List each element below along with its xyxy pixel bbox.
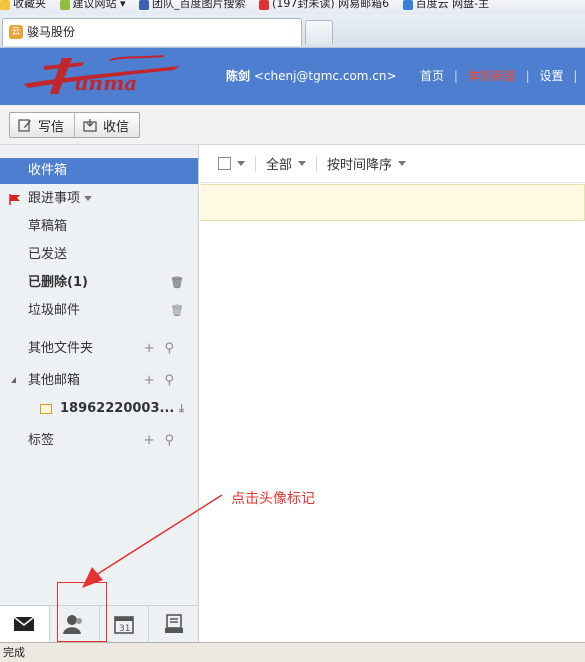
baidu-cloud-icon xyxy=(402,0,413,10)
favorite-item[interactable]: 团队_百度图片搜索 xyxy=(139,0,246,10)
calendar-icon: 31 xyxy=(114,616,134,634)
compose-icon xyxy=(18,119,31,132)
folder-spam[interactable]: 垃圾邮件 🗑 xyxy=(0,298,198,324)
browser-tab-strip: 云 骏马股份 xyxy=(0,14,585,48)
mail-list-area: 全部 按时间降序 xyxy=(200,145,585,642)
suggested-sites-icon xyxy=(59,0,70,10)
download-icon[interactable]: ⤓ xyxy=(179,396,184,422)
folder-drafts[interactable]: 草稿箱 xyxy=(0,214,198,240)
chevron-down-icon[interactable] xyxy=(398,161,407,166)
toolbar-button-group: 写信 收信 xyxy=(9,112,141,138)
browser-tab[interactable]: 云 骏马股份 xyxy=(2,18,302,46)
expand-triangle-icon[interactable] xyxy=(11,377,16,383)
trash-icon[interactable]: 🗑 xyxy=(170,298,184,324)
favorite-item[interactable]: 收藏夹 xyxy=(0,0,46,10)
mail-tab[interactable] xyxy=(0,606,50,642)
status-text: 完成 xyxy=(3,646,25,659)
select-filter-dropdown[interactable]: 全部 xyxy=(266,154,292,173)
settings-link[interactable]: 设置 xyxy=(539,69,563,83)
compose-button[interactable]: 写信 xyxy=(10,113,74,137)
folder-sent[interactable]: 已发送 xyxy=(0,242,198,268)
other-mailboxes[interactable]: 其他邮箱 +⚲ xyxy=(0,368,198,394)
site-favicon-icon: 云 xyxy=(9,25,23,39)
list-toolbar: 全部 按时间降序 xyxy=(200,145,585,183)
folder-deleted[interactable]: 已删除(1) 🗑 xyxy=(0,270,198,296)
try-new-version-link[interactable]: 体验新版 xyxy=(468,69,516,83)
chevron-down-icon[interactable] xyxy=(237,161,245,166)
favorite-item[interactable]: 建议网站 ▾ xyxy=(59,0,126,10)
new-tab-button[interactable] xyxy=(305,20,333,44)
home-link[interactable]: 首页 xyxy=(420,69,444,83)
mail-header: unma 陈剑 <chenj@tgmc.com.cn> 首页 | 体验新版 | … xyxy=(0,48,585,105)
svg-text:unma: unma xyxy=(74,71,137,95)
select-all-checkbox[interactable] xyxy=(218,157,231,170)
notes-tab[interactable] xyxy=(149,606,198,642)
sort-dropdown[interactable]: 按时间降序 xyxy=(327,154,392,173)
other-folders[interactable]: 其他文件夹 +⚲ xyxy=(0,336,198,362)
junma-logo[interactable]: unma xyxy=(14,54,184,100)
folder-tags[interactable]: 标签 +⚲ xyxy=(0,428,198,454)
notes-icon xyxy=(164,614,183,633)
favorite-item[interactable]: (197封未读) 网易邮箱6 xyxy=(259,0,389,10)
add-and-pin-icons[interactable]: +⚲ xyxy=(144,336,184,362)
browser-status-bar: 完成 xyxy=(0,642,585,662)
user-email: <chenj@tgmc.com.cn> xyxy=(253,69,397,83)
mail-toolbar: 写信 收信 xyxy=(0,105,585,145)
chevron-down-icon[interactable] xyxy=(84,196,93,201)
receive-icon xyxy=(83,119,97,132)
netease-mail-icon xyxy=(259,0,270,10)
tab-title: 骏马股份 xyxy=(27,25,76,39)
folder-inbox[interactable]: 收件箱 xyxy=(0,158,198,184)
user-info: 陈剑 <chenj@tgmc.com.cn> 首页 | 体验新版 | 设置 | … xyxy=(226,69,578,83)
favorite-item[interactable]: 百度云 网盘-主 xyxy=(402,0,489,10)
mailbox-account[interactable]: 18962220003... ⤓ xyxy=(0,396,198,422)
annotation-highlight-box xyxy=(57,582,107,642)
folder-sidebar: 收件箱 跟进事项 草稿箱 已发送 已删除(1) 🗑 垃圾邮件 🗑 其他文件夹 +… xyxy=(0,145,199,642)
user-name: 陈剑 xyxy=(226,69,251,83)
mail-icon xyxy=(13,616,35,631)
add-and-pin-icons[interactable]: +⚲ xyxy=(144,428,184,454)
receive-button[interactable]: 收信 xyxy=(74,113,139,137)
annotation-text: 点击头像标记 xyxy=(231,491,315,507)
star-icon xyxy=(0,0,10,10)
favorites-bar: 收藏夹 建议网站 ▾ 团队_百度图片搜索 (197封未读) 网易邮箱6 百度云 … xyxy=(0,0,585,14)
add-and-pin-icons[interactable]: +⚲ xyxy=(144,368,184,394)
chevron-down-icon[interactable] xyxy=(298,161,307,166)
envelope-icon xyxy=(40,404,52,414)
notice-bar xyxy=(200,184,585,221)
page-icon xyxy=(139,0,150,10)
svg-text:31: 31 xyxy=(119,624,130,634)
flag-icon xyxy=(9,194,20,205)
folder-followup[interactable]: 跟进事项 xyxy=(0,186,198,212)
trash-icon[interactable]: 🗑 xyxy=(170,270,184,296)
